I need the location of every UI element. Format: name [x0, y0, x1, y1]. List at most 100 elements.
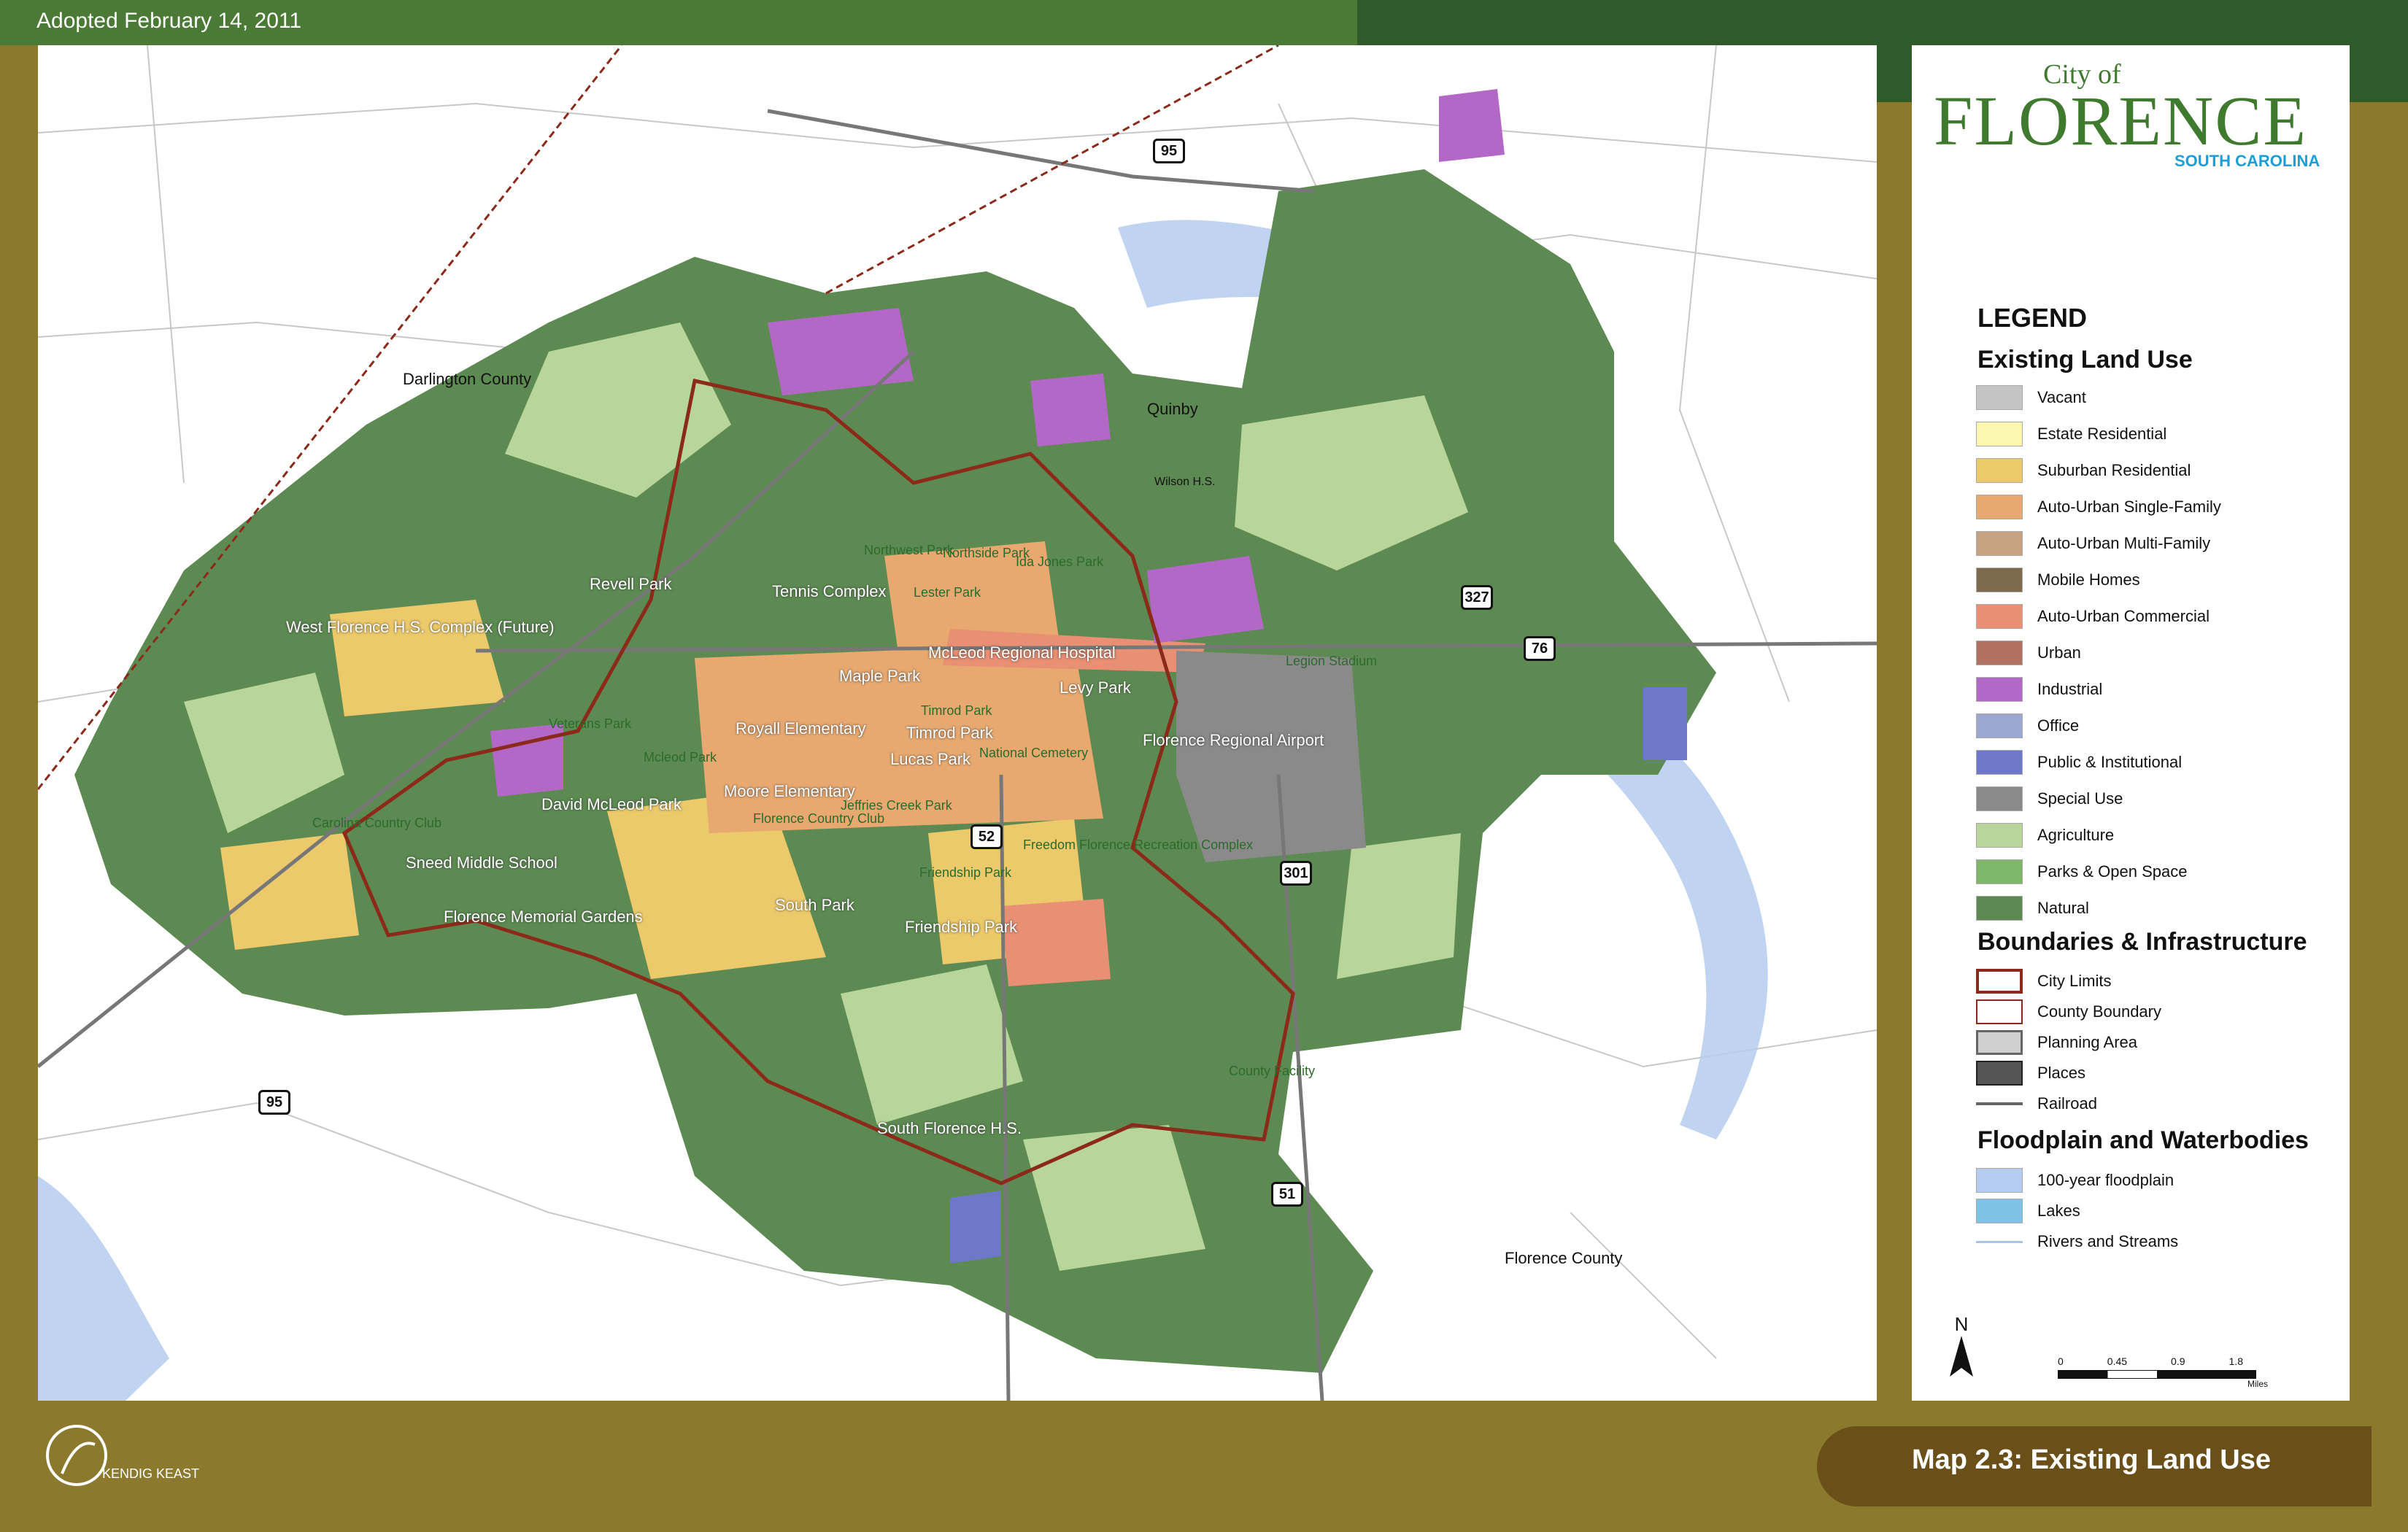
label-northwest-park: Northwest Park	[864, 543, 954, 557]
us327-shield: 327	[1461, 585, 1493, 610]
label-south-florence-hs: South Florence H.S.	[877, 1119, 1022, 1137]
land-use-label: Parks & Open Space	[2037, 862, 2188, 881]
label-mcleod-hospital: McLeod Regional Hospital	[928, 643, 1116, 662]
label-tennis-complex: Tennis Complex	[772, 582, 887, 600]
land-use-label: Industrial	[2037, 680, 2103, 698]
label-mcleod-park: Mcleod Park	[644, 750, 717, 765]
land-use-swatch	[1976, 896, 2023, 921]
land-use-item: Suburban Residential	[1976, 456, 2191, 485]
logo-line3: SOUTH CAROLINA	[2174, 152, 2320, 170]
us76-shield: 76	[1524, 636, 1556, 661]
boundary-label: Places	[2037, 1064, 2086, 1082]
land-use-swatch	[1976, 385, 2023, 410]
land-use-heading: Existing Land Use	[1977, 346, 2193, 374]
land-use-item: Auto-Urban Single-Family	[1976, 492, 2221, 522]
boundary-item: Places	[1976, 1059, 2085, 1088]
scale-tick-0: 0	[2058, 1355, 2064, 1367]
label-timrod-park-small: Timrod Park	[921, 703, 992, 718]
label-veterans-park: Veterans Park	[549, 716, 632, 731]
boundary-swatch	[1976, 1030, 2023, 1055]
label-levy-park: Levy Park	[1060, 678, 1131, 697]
label-wilson-hs: Wilson H.S.	[1154, 476, 1216, 488]
north-arrow: N	[1947, 1313, 1976, 1385]
boundary-label: Railroad	[2037, 1094, 2097, 1113]
city-logo: City of FLORENCE SOUTH CAROLINA	[1934, 58, 2328, 182]
land-use-item: Office	[1976, 711, 2079, 740]
boundary-swatch	[1976, 1061, 2023, 1086]
land-use-item: Estate Residential	[1976, 419, 2166, 449]
land-use-swatch	[1976, 713, 2023, 738]
land-use-label: Auto-Urban Commercial	[2037, 607, 2210, 625]
scale-tick-3: 1.8	[2228, 1355, 2243, 1367]
land-use-item: Agriculture	[1976, 821, 2114, 850]
land-use-swatch	[1976, 750, 2023, 775]
label-county-facility: County Facility	[1229, 1064, 1316, 1078]
scale-bar: 0 0.45 0.9 1.8 Miles	[2058, 1355, 2268, 1389]
boundary-swatch	[1976, 999, 2023, 1024]
land-use-item: Vacant	[1976, 383, 2086, 412]
land-use-label: Public & Institutional	[2037, 753, 2183, 771]
boundary-item: Planning Area	[1976, 1028, 2137, 1057]
land-use-item: Industrial	[1976, 675, 2102, 704]
label-freedom-florence: Freedom Florence Recreation Complex	[1023, 837, 1254, 852]
boundary-item: Railroad	[1976, 1089, 2097, 1118]
land-use-item: Public & Institutional	[1976, 748, 2182, 777]
land-use-item: Auto-Urban Multi-Family	[1976, 529, 2210, 558]
label-florence-airport: Florence Regional Airport	[1143, 731, 1324, 749]
label-david-mcleod-park: David McLeod Park	[541, 795, 682, 813]
land-use-label: Office	[2037, 716, 2080, 735]
label-quinby: Quinby	[1147, 400, 1198, 418]
land-use-label: Auto-Urban Multi-Family	[2037, 534, 2211, 552]
boundary-swatch	[1976, 1102, 2023, 1105]
label-florence-county: Florence County	[1505, 1249, 1623, 1267]
label-carolina-country-club: Carolina Country Club	[312, 816, 442, 830]
i95-shield-south: 95	[258, 1090, 290, 1115]
label-darlington-county: Darlington County	[403, 370, 532, 388]
land-use-item: Natural	[1976, 894, 2089, 923]
label-friendship-park: Friendship Park	[905, 918, 1018, 936]
adopted-date: Adopted February 14, 2011	[36, 9, 302, 33]
land-use-item: Auto-Urban Commercial	[1976, 602, 2210, 631]
land-use-swatch	[1976, 422, 2023, 446]
land-use-swatch	[1976, 677, 2023, 702]
label-friendship-park-small: Friendship Park	[919, 865, 1012, 880]
land-use-label: Agriculture	[2037, 826, 2115, 844]
label-lucas-park: Lucas Park	[890, 750, 971, 768]
water-label: Rivers and Streams	[2037, 1232, 2179, 1250]
label-west-florence: West Florence H.S. Complex (Future)	[286, 618, 555, 636]
label-revell-park: Revell Park	[590, 575, 672, 593]
label-moore-elementary: Moore Elementary	[724, 782, 855, 800]
label-jeffries-creek-park: Jeffries Creek Park	[841, 798, 952, 813]
label-south-park: South Park	[775, 896, 854, 914]
label-royall-elementary: Royall Elementary	[736, 719, 866, 738]
land-use-swatch	[1976, 823, 2023, 848]
water-swatch	[1976, 1240, 2023, 1243]
boundaries-heading: Boundaries & Infrastructure	[1977, 928, 2307, 956]
water-label: Lakes	[2037, 1202, 2080, 1220]
land-use-label: Natural	[2037, 899, 2089, 917]
label-national-cemetery: National Cemetery	[979, 746, 1089, 760]
us301-shield: 301	[1280, 861, 1312, 886]
boundary-label: County Boundary	[2037, 1002, 2161, 1021]
land-use-swatch	[1976, 786, 2023, 811]
boundary-item: City Limits	[1976, 967, 2111, 996]
land-use-item: Special Use	[1976, 784, 2123, 813]
scale-tick-2: 0.9	[2171, 1355, 2185, 1367]
map-canvas[interactable]: Darlington County Florence County Quinby…	[38, 45, 1877, 1401]
land-use-label: Vacant	[2037, 388, 2086, 406]
water-item: Rivers and Streams	[1976, 1227, 2178, 1256]
land-use-item: Parks & Open Space	[1976, 857, 2187, 886]
water-swatch	[1976, 1199, 2023, 1223]
logo-line2: FLORENCE	[1934, 82, 2308, 160]
land-use-swatch	[1976, 531, 2023, 556]
water-heading: Floodplain and Waterbodies	[1977, 1126, 2309, 1154]
water-swatch	[1976, 1168, 2023, 1193]
label-florence-country-club: Florence Country Club	[753, 811, 885, 826]
i95-shield-north: 95	[1153, 139, 1185, 163]
scale-unit: Miles	[2247, 1379, 2269, 1389]
land-use-label: Estate Residential	[2037, 425, 2167, 443]
boundary-label: City Limits	[2037, 972, 2112, 990]
legend-title: LEGEND	[1977, 303, 2088, 333]
land-use-swatch	[1976, 859, 2023, 884]
left-border	[0, 45, 38, 1532]
